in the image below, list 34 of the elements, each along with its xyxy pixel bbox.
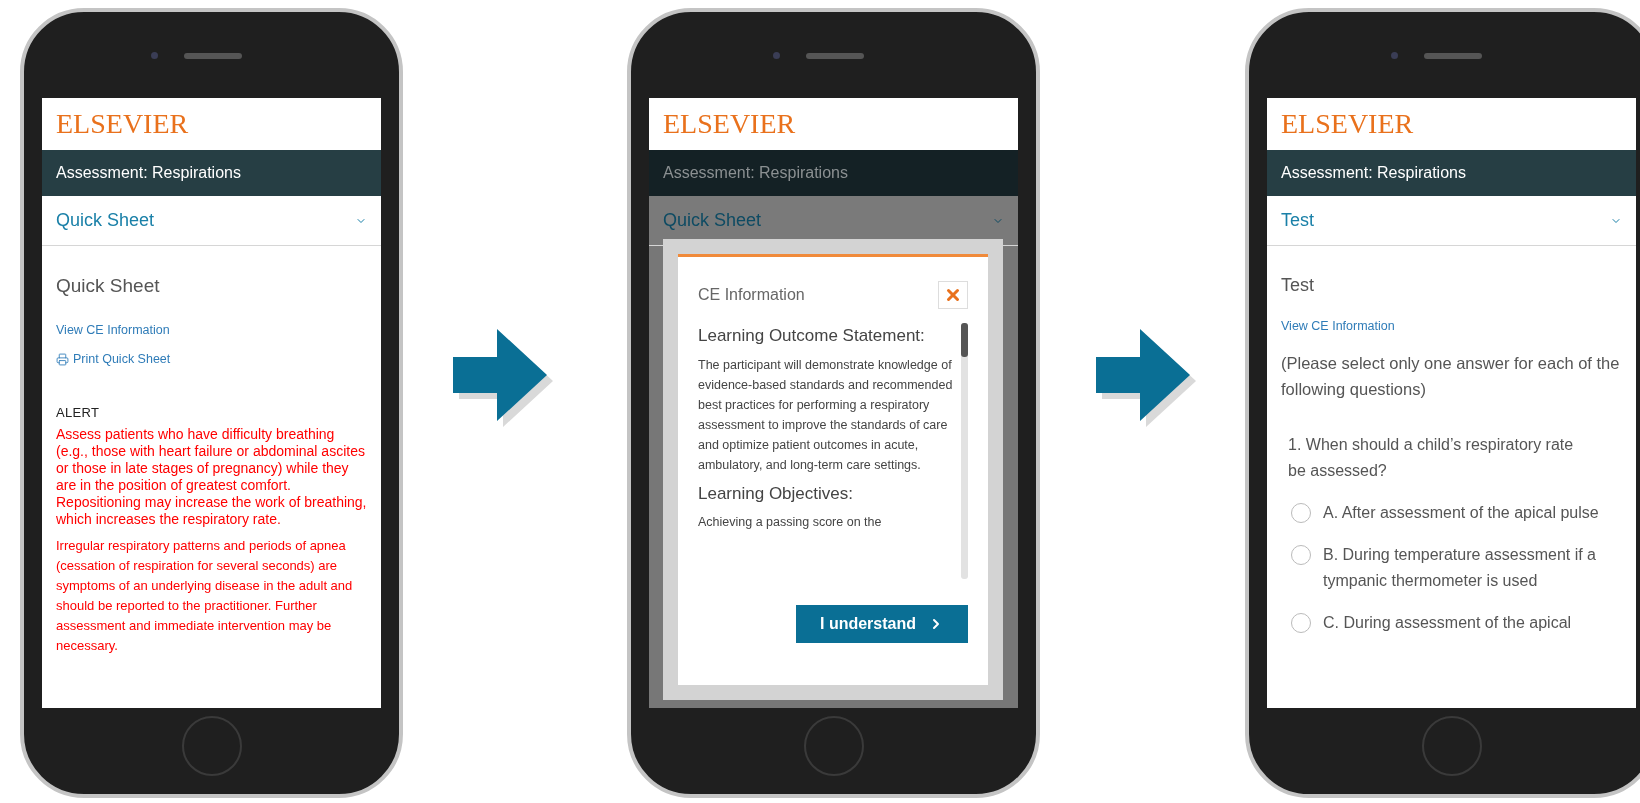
alert-text: Irregular respiratory patterns and periods of apnea (cessation of respiration for several seconds) are symptoms of an underlying disease in the adult and should be reported to the practitioner. Further assessment and immediate intervention may be necessary. [56, 536, 354, 655]
section-text: The participant will demonstrate knowledge of evidence-based standards and recommended best practices for performing a respiratory assessment to improve the standards of care and optimize patient outcomes in acute, ambulatory, and long-term care settings. [698, 356, 953, 474]
page-heading: Test [1281, 274, 1315, 297]
speaker-slot [1424, 52, 1482, 59]
question-text: 1. When should a child’s respiratory rate be assessed? [1288, 434, 1575, 481]
right-arrow-icon [453, 329, 553, 427]
text-link[interactable]: View CE Information [1281, 317, 1395, 336]
close-icon [944, 286, 962, 304]
speaker-slot [806, 52, 864, 59]
alert-label: ALERT [56, 404, 101, 422]
close-button[interactable] [938, 281, 968, 309]
title-bar: Assessment: Respirations [1267, 150, 1636, 196]
answer-option: A. After assessment of the apical pulse [1323, 499, 1613, 526]
page-heading: Quick Sheet [56, 274, 161, 298]
answer-option: C. During assessment of the apical [1323, 609, 1586, 636]
text-link[interactable]: Print Quick Sheet [56, 350, 171, 369]
speaker-slot [184, 52, 242, 59]
logo: ELSEVIER [663, 110, 796, 138]
scrollbar-thumb[interactable] [961, 323, 968, 357]
text-link[interactable]: View CE Information [56, 320, 170, 340]
understand-button[interactable]: I understand [796, 605, 968, 643]
alert-text: Assess patients who have difficulty breathing (e.g., those with heart failure or abdominal ascites or those in late stages of pregnancy) while they are in the position of greatest comfort. Repositioning may increase the work of breathing, which increases the respiratory rate. [56, 425, 367, 528]
right-arrow-icon [1096, 329, 1196, 427]
dialog-title: CE Information [698, 285, 805, 305]
instructions-text: (Please select only one answer for each of the following questions) [1281, 352, 1621, 400]
title-bar: Assessment: Respirations [649, 150, 1018, 196]
title-bar: Assessment: Respirations [42, 150, 381, 196]
section-text: Achieving a passing score on the [698, 514, 883, 531]
section-heading: Learning Objectives: [698, 482, 854, 505]
section-heading: Learning Outcome Statement: [698, 325, 926, 347]
answer-option: B. During temperature assessment if a tympanic thermometer is used [1323, 541, 1622, 594]
printer-icon [56, 353, 69, 367]
logo: ELSEVIER [56, 110, 189, 138]
logo: ELSEVIER [1281, 110, 1414, 138]
